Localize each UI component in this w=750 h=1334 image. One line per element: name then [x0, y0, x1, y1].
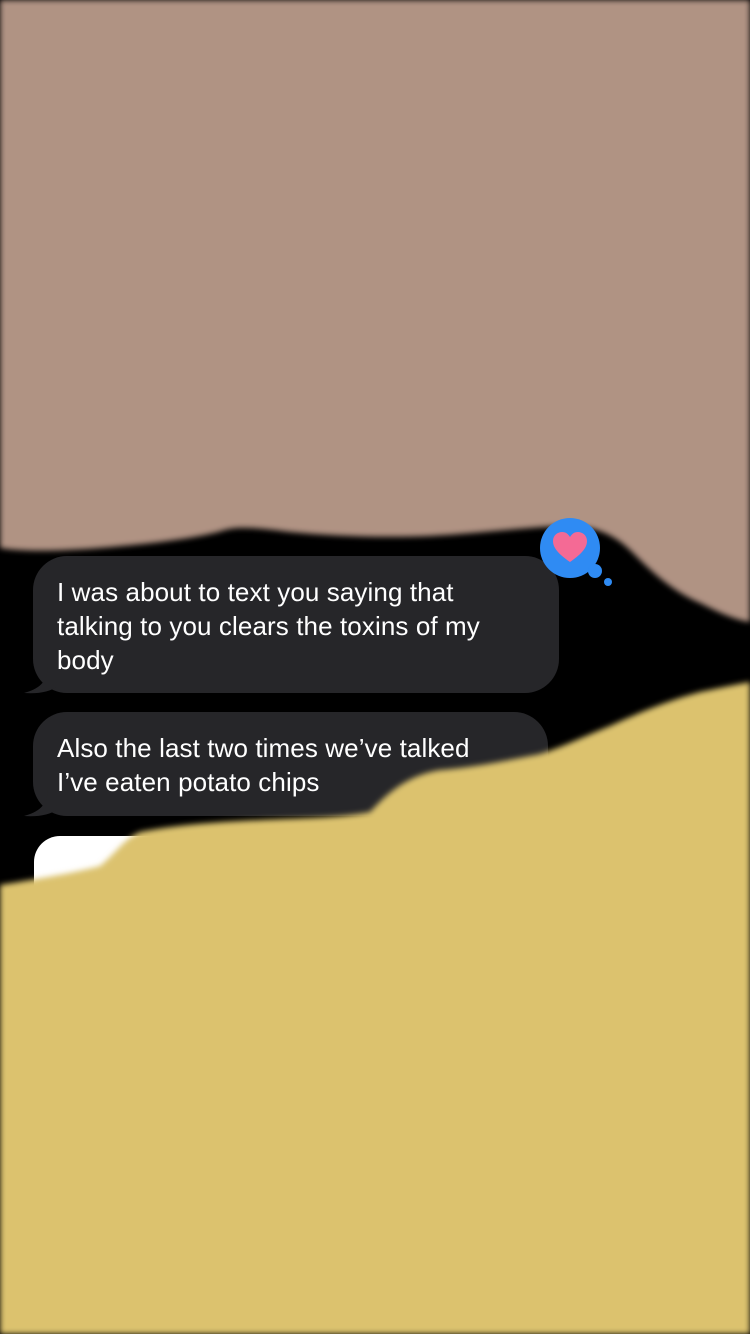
message-thread-screen: I was about to text you saying that talk… — [0, 0, 750, 1334]
heart-reaction[interactable] — [537, 518, 617, 590]
redaction-overlay — [0, 0, 750, 1334]
